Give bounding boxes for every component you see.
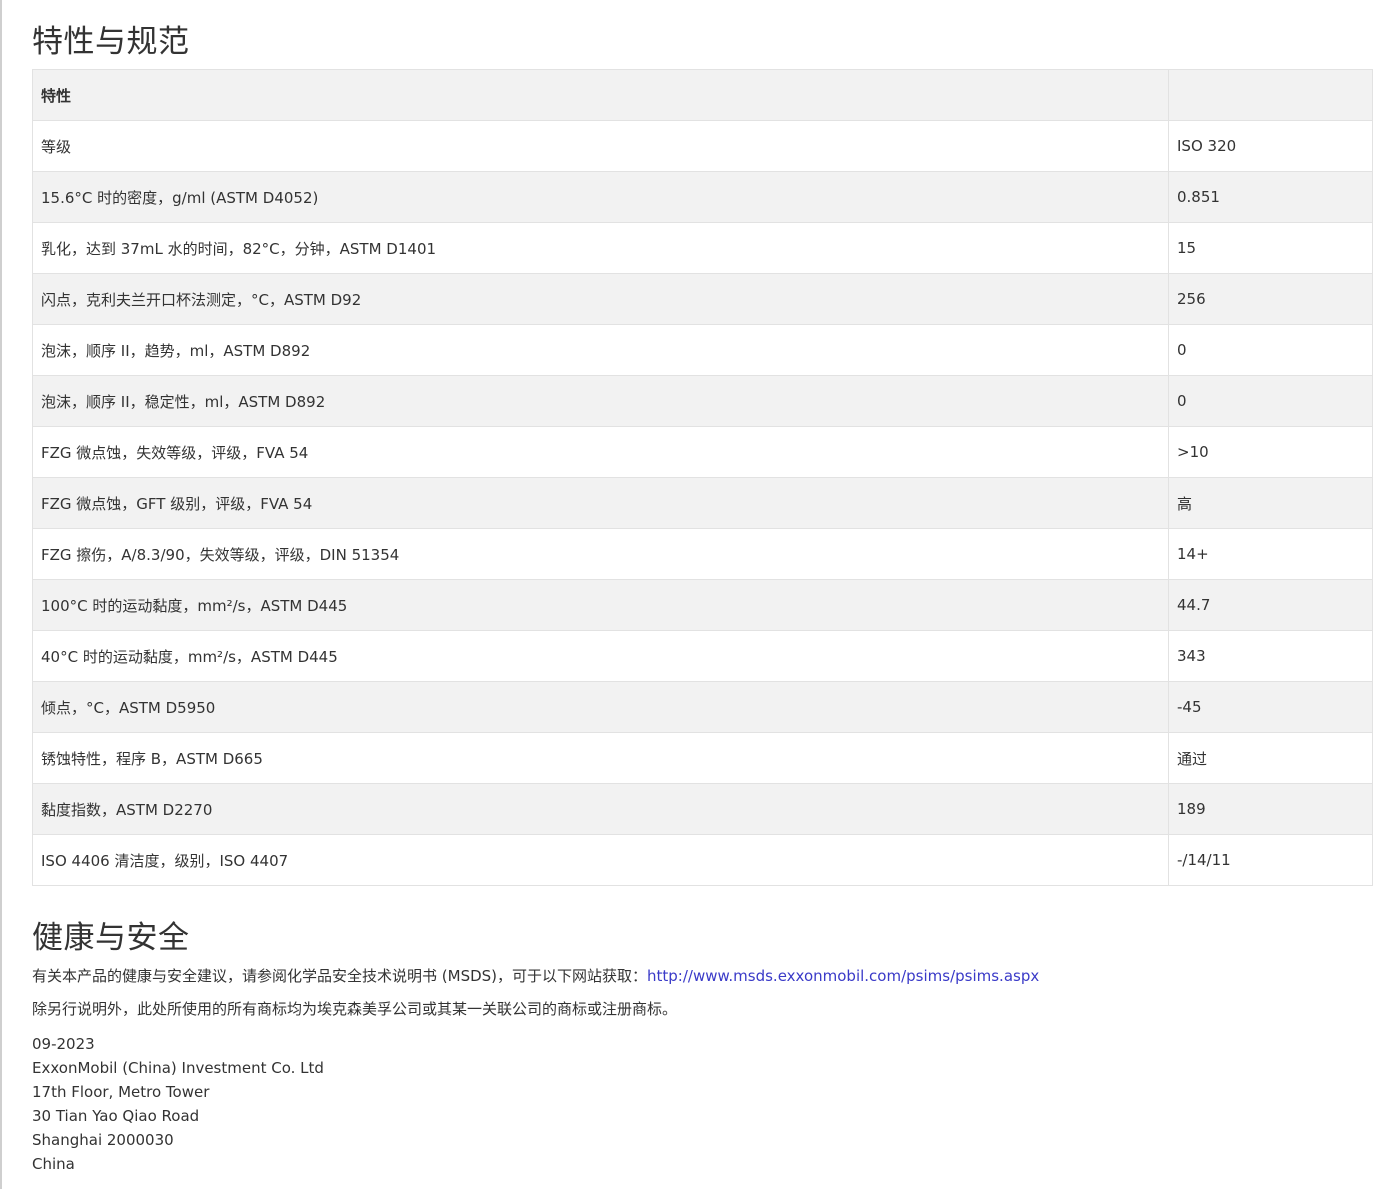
msds-text: 有关本产品的健康与安全建议，请参阅化学品安全技术说明书 (MSDS)，可于以下网… (32, 967, 648, 985)
spec-table-header-row: 特性 (32, 69, 1373, 121)
safety-section-title: 健康与安全 (32, 920, 190, 956)
spec-table-body: 等级 ISO 320 15.6°C 时的密度，g/ml (ASTM D4052) 0.… (32, 120, 1373, 886)
value-cell: 通过 (1168, 732, 1373, 784)
value-cell: 15 (1168, 222, 1373, 274)
value-cell: 0.851 (1168, 171, 1373, 223)
address-line: Shanghai 2000030 (32, 1131, 174, 1149)
table-row: 倾点，°C，ASTM D5950 -45 (32, 681, 1373, 733)
property-cell: 100°C 时的运动黏度，mm²/s，ASTM D445 (32, 579, 1169, 631)
publication-date: 09-2023 (32, 1035, 95, 1053)
property-cell: 锈蚀特性，程序 B，ASTM D665 (32, 732, 1169, 784)
property-cell: 等级 (32, 120, 1169, 172)
value-cell: >10 (1168, 426, 1373, 478)
property-cell: 闪点，克利夫兰开口杯法测定，°C，ASTM D92 (32, 273, 1169, 325)
property-cell: FZG 擦伤，A/8.3/90，失效等级，评级，DIN 51354 (32, 528, 1169, 580)
address-line: ExxonMobil (China) Investment Co. Ltd (32, 1059, 324, 1077)
value-cell: 高 (1168, 477, 1373, 529)
specs-section-title: 特性与规范 (32, 24, 190, 60)
table-row: FZG 微点蚀，失效等级，评级，FVA 54 >10 (32, 426, 1373, 478)
table-row: 锈蚀特性，程序 B，ASTM D665 通过 (32, 732, 1373, 784)
address-line: 17th Floor, Metro Tower (32, 1083, 210, 1101)
property-cell: FZG 微点蚀，GFT 级别，评级，FVA 54 (32, 477, 1169, 529)
property-cell: 乳化，达到 37mL 水的时间，82°C，分钟，ASTM D1401 (32, 222, 1169, 274)
value-cell: ISO 320 (1168, 120, 1373, 172)
value-cell: -/14/11 (1168, 834, 1373, 886)
property-cell: 泡沫，顺序 II，稳定性，ml，ASTM D892 (32, 375, 1169, 427)
header-property: 特性 (32, 69, 1169, 121)
table-row: 泡沫，顺序 II，趋势，ml，ASTM D892 0 (32, 324, 1373, 376)
spec-table: 特性 等级 ISO 320 15.6°C 时的密度，g/ml (ASTM D4052… (32, 69, 1373, 886)
trademark-paragraph: 除另行说明外，此处所使用的所有商标均为埃克森美孚公司或其某一关联公司的商标或注册… (32, 1000, 678, 1018)
table-row: 40°C 时的运动黏度，mm²/s，ASTM D445 343 (32, 630, 1373, 682)
table-row: FZG 微点蚀，GFT 级别，评级，FVA 54 高 (32, 477, 1373, 529)
table-row: FZG 擦伤，A/8.3/90，失效等级，评级，DIN 51354 14+ (32, 528, 1373, 580)
value-cell: 44.7 (1168, 579, 1373, 631)
property-cell: 15.6°C 时的密度，g/ml (ASTM D4052) (32, 171, 1169, 223)
property-cell: 黏度指数，ASTM D2270 (32, 783, 1169, 835)
table-row: 等级 ISO 320 (32, 120, 1373, 172)
table-row: 乳化，达到 37mL 水的时间，82°C，分钟，ASTM D1401 15 (32, 222, 1373, 274)
table-row: 100°C 时的运动黏度，mm²/s，ASTM D445 44.7 (32, 579, 1373, 631)
value-cell: 256 (1168, 273, 1373, 325)
property-cell: 40°C 时的运动黏度，mm²/s，ASTM D445 (32, 630, 1169, 682)
value-cell: 189 (1168, 783, 1373, 835)
address-line: 30 Tian Yao Qiao Road (32, 1107, 200, 1125)
value-cell: -45 (1168, 681, 1373, 733)
company-address-block: 09-2023 ExxonMobil (China) Investment Co… (32, 1032, 324, 1176)
table-row: 15.6°C 时的密度，g/ml (ASTM D4052) 0.851 (32, 171, 1373, 223)
value-cell: 14+ (1168, 528, 1373, 580)
property-cell: ISO 4406 清洁度，级别，ISO 4407 (32, 834, 1169, 886)
msds-link[interactable]: http://www.msds.exxonmobil.com/psims/psi… (647, 967, 1039, 985)
address-line: China (32, 1155, 75, 1173)
property-cell: FZG 微点蚀，失效等级，评级，FVA 54 (32, 426, 1169, 478)
property-cell: 倾点，°C，ASTM D5950 (32, 681, 1169, 733)
table-row: ISO 4406 清洁度，级别，ISO 4407 -/14/11 (32, 834, 1373, 886)
property-cell: 泡沫，顺序 II，趋势，ml，ASTM D892 (32, 324, 1169, 376)
value-cell: 343 (1168, 630, 1373, 682)
header-value (1168, 69, 1373, 121)
table-row: 闪点，克利夫兰开口杯法测定，°C，ASTM D92 256 (32, 273, 1373, 325)
table-row: 泡沫，顺序 II，稳定性，ml，ASTM D892 0 (32, 375, 1373, 427)
msds-paragraph: 有关本产品的健康与安全建议，请参阅化学品安全技术说明书 (MSDS)，可于以下网… (32, 965, 1039, 987)
table-row: 黏度指数，ASTM D2270 189 (32, 783, 1373, 835)
left-border-rule (0, 0, 2, 1189)
value-cell: 0 (1168, 375, 1373, 427)
value-cell: 0 (1168, 324, 1373, 376)
